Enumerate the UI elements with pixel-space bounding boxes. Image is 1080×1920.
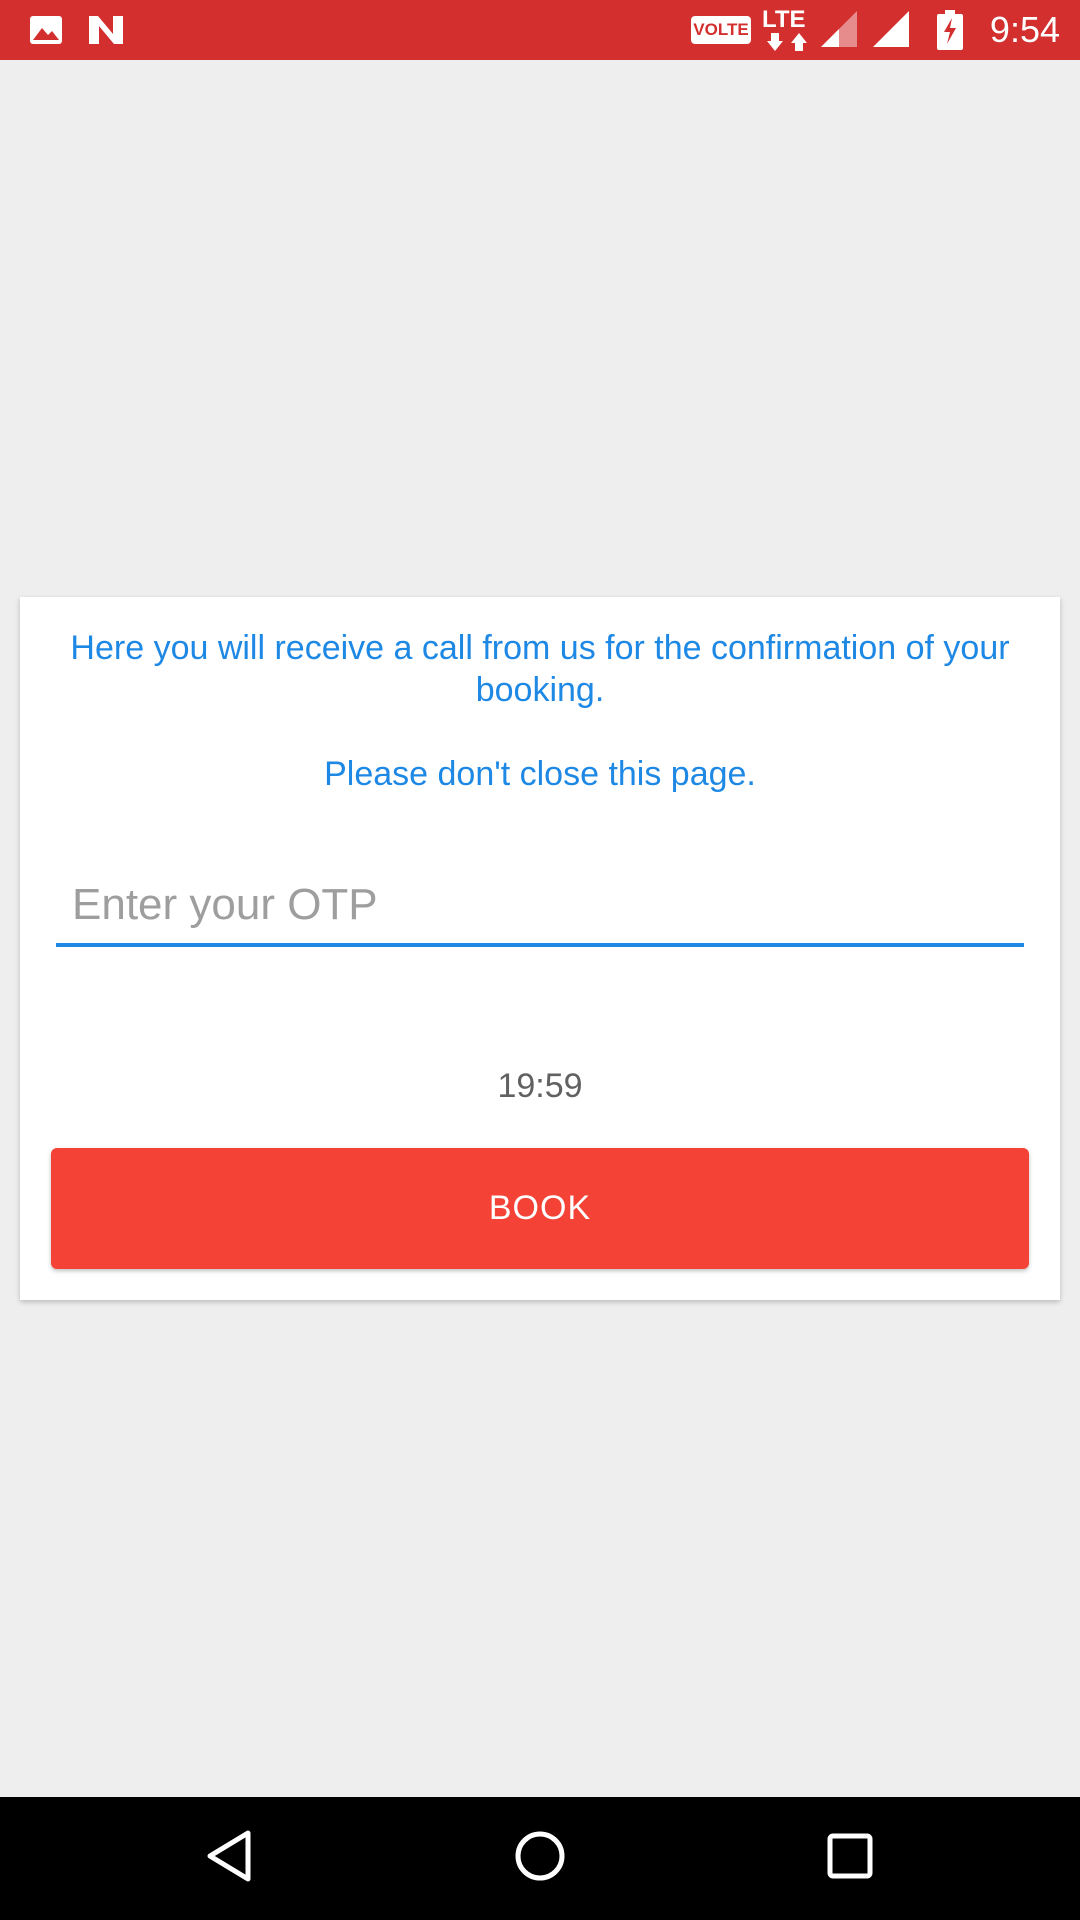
otp-card: Here you will receive a call from us for… xyxy=(20,597,1060,1300)
n-app-icon xyxy=(84,0,128,60)
status-bar: VOLTE LTE 9:54 xyxy=(0,0,1080,60)
gallery-icon xyxy=(24,0,68,60)
back-icon xyxy=(206,1829,254,1888)
signal-icon xyxy=(872,0,912,60)
recents-button[interactable] xyxy=(790,1797,910,1920)
battery-charging-icon xyxy=(932,0,968,60)
volte-badge: VOLTE xyxy=(691,16,751,44)
status-time: 9:54 xyxy=(989,9,1060,50)
otp-input[interactable] xyxy=(56,867,1024,947)
back-button[interactable] xyxy=(170,1797,290,1920)
dont-close-notice: Please don't close this page. xyxy=(324,755,756,793)
countdown-timer: 19:59 xyxy=(497,1067,583,1105)
data-arrows-icon xyxy=(766,32,812,52)
recents-icon xyxy=(827,1833,873,1884)
home-button[interactable] xyxy=(480,1797,600,1920)
book-button[interactable]: BOOK xyxy=(51,1148,1029,1269)
navigation-bar xyxy=(0,1797,1080,1920)
signal-icon xyxy=(820,0,860,60)
lte-label: LTE xyxy=(762,6,806,33)
home-icon xyxy=(514,1830,566,1887)
confirmation-message: Here you will receive a call from us for… xyxy=(70,629,1010,709)
